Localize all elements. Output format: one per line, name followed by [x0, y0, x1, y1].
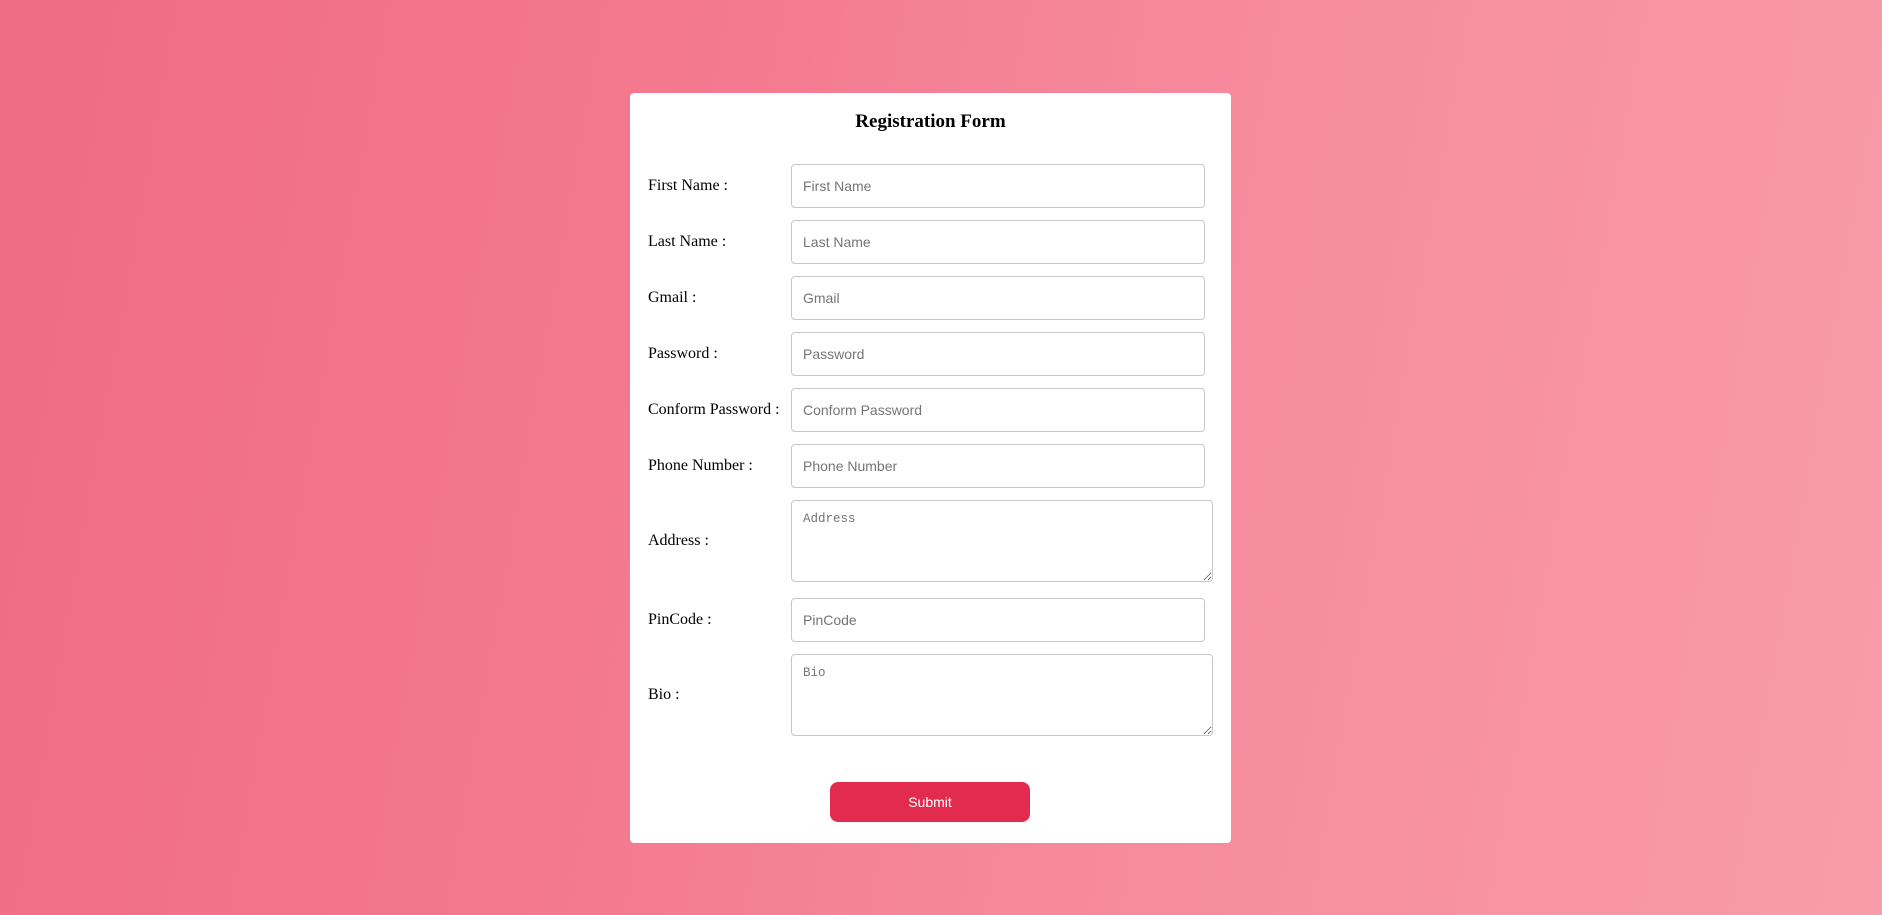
gmail-label: Gmail : — [648, 289, 697, 306]
submit-button[interactable]: Submit — [830, 782, 1030, 822]
conform-password-label: Conform Password : — [648, 401, 780, 418]
last-name-label: Last Name : — [648, 233, 727, 250]
address-textarea[interactable] — [791, 500, 1213, 582]
form-title: Registration Form — [855, 111, 1006, 132]
last-name-input[interactable] — [791, 220, 1205, 264]
first-name-input[interactable] — [791, 164, 1205, 208]
password-input[interactable] — [791, 332, 1205, 376]
bio-label: Bio : — [648, 686, 680, 703]
bio-textarea[interactable] — [791, 654, 1213, 736]
conform-password-input[interactable] — [791, 388, 1205, 432]
password-label: Password : — [648, 345, 718, 362]
gmail-input[interactable] — [791, 276, 1205, 320]
registration-card: Registration Form First Name : Last Name… — [630, 93, 1231, 843]
pincode-input[interactable] — [791, 598, 1205, 642]
phone-number-input[interactable] — [791, 444, 1205, 488]
phone-number-label: Phone Number : — [648, 457, 753, 474]
first-name-label: First Name : — [648, 177, 728, 194]
pincode-label: PinCode : — [648, 611, 712, 628]
address-label: Address : — [648, 532, 709, 549]
